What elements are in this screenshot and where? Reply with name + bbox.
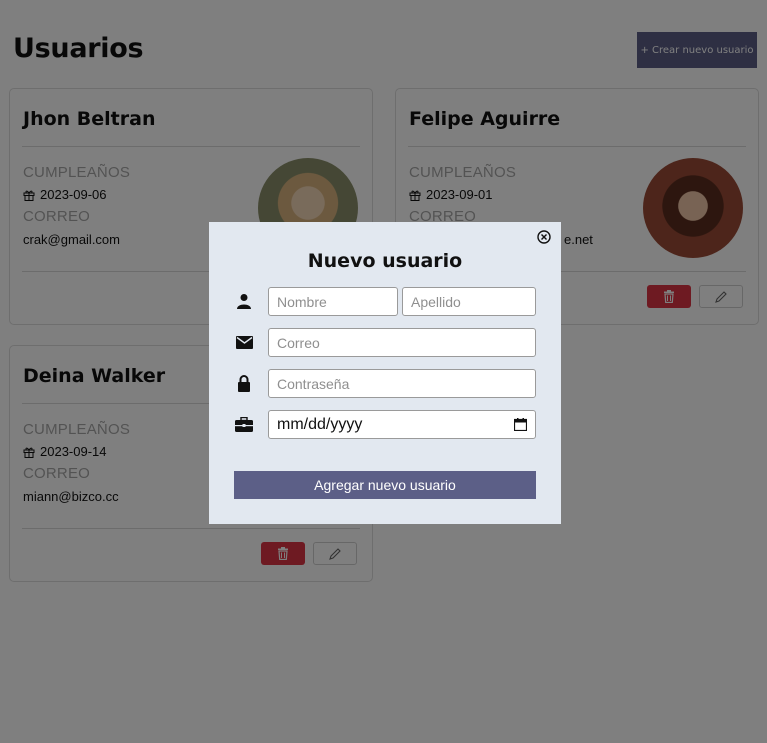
password-input[interactable] (268, 369, 536, 398)
close-button[interactable] (536, 230, 552, 246)
calendar-icon[interactable] (514, 418, 527, 431)
envelope-icon (235, 333, 253, 351)
lock-icon (235, 374, 253, 392)
first-name-input[interactable] (268, 287, 398, 316)
birthday-date-input[interactable]: mm/dd/yyyy (268, 410, 536, 439)
new-user-modal: Nuevo usuario mm/dd/yyyy Agregar nuevo u… (209, 222, 561, 524)
modal-title: Nuevo usuario (307, 250, 463, 272)
add-user-button[interactable]: Agregar nuevo usuario (234, 471, 536, 499)
briefcase-icon (235, 415, 253, 433)
last-name-input[interactable] (402, 287, 536, 316)
email-input[interactable] (268, 328, 536, 357)
date-text: mm/dd/yyyy (277, 415, 363, 433)
close-icon (537, 230, 551, 244)
user-icon (235, 292, 253, 310)
